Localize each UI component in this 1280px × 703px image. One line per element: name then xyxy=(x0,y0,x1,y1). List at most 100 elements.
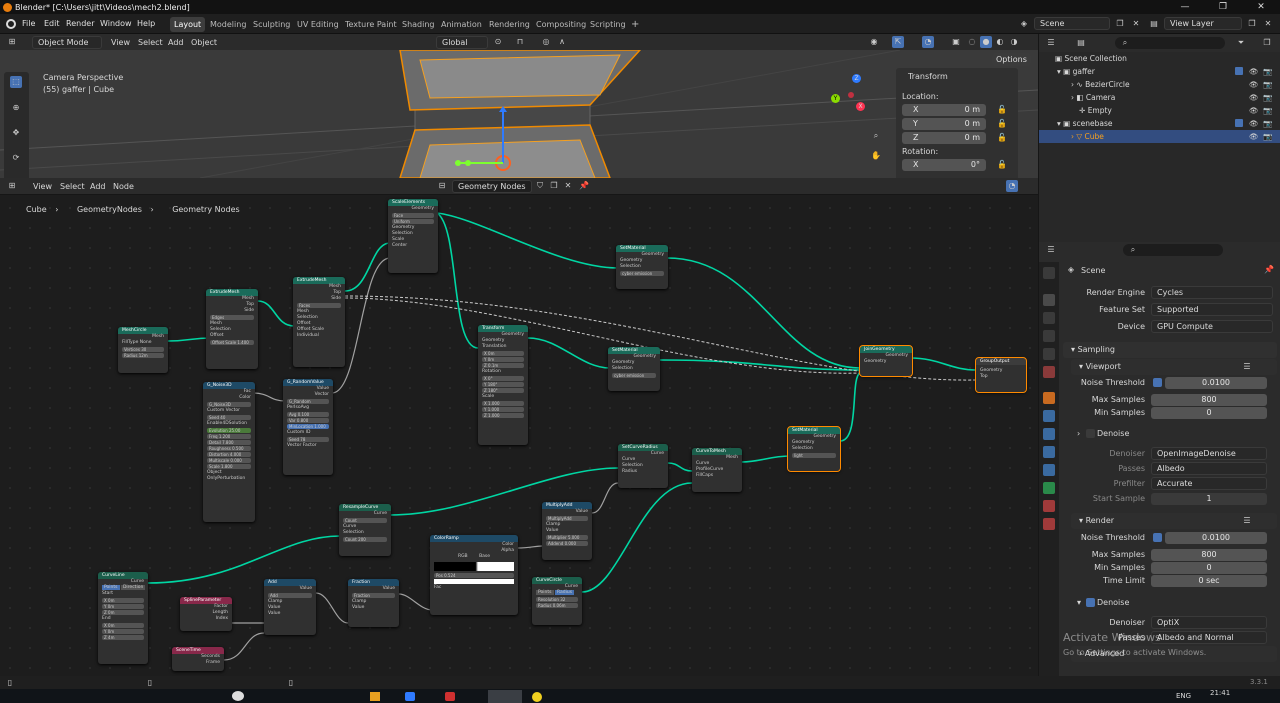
viewport-menu-add[interactable]: Add xyxy=(168,38,184,47)
outliner-editor-icon[interactable]: ☰ xyxy=(1045,37,1057,49)
scale-z-field[interactable]: Z 1.000 xyxy=(482,413,524,418)
camera-render-icon[interactable]: 📷 xyxy=(1263,78,1272,91)
location-x-field[interactable]: X0 m xyxy=(902,104,986,116)
node-curve-line[interactable]: CurveLine Curve Points Direction Start X… xyxy=(98,572,148,664)
editor-type-icon[interactable]: ⊞ xyxy=(6,36,18,48)
vertices-field[interactable]: Vertices 30 xyxy=(122,347,164,352)
translation-y-field[interactable]: Y 0m xyxy=(482,357,524,362)
shading-solid-icon[interactable]: ● xyxy=(980,36,992,48)
physics-tab-icon[interactable] xyxy=(1043,446,1055,458)
domain-dropdown[interactable]: Face xyxy=(392,213,434,218)
viewport-menu-view[interactable]: View xyxy=(111,38,130,47)
node-multiply-add[interactable]: MultiplyAdd Value MultiplyAdd Clamp Valu… xyxy=(542,502,592,560)
ramp-mode-row[interactable]: RGB Base xyxy=(430,554,518,560)
scene-selector[interactable]: Scene xyxy=(1034,17,1110,30)
node-scene-time[interactable]: SceneTime Seconds Frame xyxy=(172,647,224,671)
count-field[interactable]: Count 200 xyxy=(343,537,387,542)
clock[interactable]: 21:41 xyxy=(1210,689,1230,697)
pan-hand-icon[interactable]: ✋ xyxy=(870,150,882,162)
viewport-menu-object[interactable]: Object xyxy=(191,38,217,47)
avg-field[interactable]: Avg 0.100 xyxy=(287,412,329,417)
outliner-item-scenebase[interactable]: ▾ ▣ scenebase 👁 📷 xyxy=(1039,117,1280,130)
node-editor[interactable]: Cube › GeometryNodes › Geometry Nodes Sc… xyxy=(0,178,1038,676)
checkbox-label[interactable]: OnlyPerturbation xyxy=(203,476,255,482)
operation-dropdown[interactable]: MultiplyAdd xyxy=(546,516,588,521)
falloff-icon[interactable]: ∧ xyxy=(556,36,568,48)
render-noise-threshold-checkbox[interactable] xyxy=(1153,533,1162,542)
node-set-material-2[interactable]: SetMaterial Geometry Geometry Selection … xyxy=(608,347,660,391)
seed-field[interactable]: Seed 40 xyxy=(207,415,251,420)
3d-viewport[interactable]: ⬚ ⊕ ✥ ⟳ Camera Perspective (55) gaffer |… xyxy=(0,50,1038,178)
render-denoise-collapse-icon[interactable]: ▾ xyxy=(1077,598,1081,607)
mail-icon[interactable] xyxy=(405,692,415,701)
start-z-field[interactable]: Z 0m xyxy=(102,610,144,615)
particles-tab-icon[interactable] xyxy=(1043,428,1055,440)
scale-mode-dropdown[interactable]: Uniform xyxy=(392,219,434,224)
menu-help[interactable]: Help xyxy=(137,19,155,28)
freq-field[interactable]: Freq 1.200 xyxy=(207,434,251,439)
delete-scene-icon[interactable]: ✕ xyxy=(1130,18,1142,30)
language-indicator[interactable]: ENG xyxy=(1176,692,1191,700)
outliner-item-cube[interactable]: › ▽ Cube 👁 📷 xyxy=(1039,130,1280,143)
material-selector[interactable]: light xyxy=(792,453,836,458)
location-y-field[interactable]: Y0 m xyxy=(902,118,986,130)
node-mesh-circle[interactable]: MeshCircle Mesh FillType None Vertices 3… xyxy=(118,327,168,373)
move-tool-icon[interactable]: ✥ xyxy=(10,127,22,139)
node-menu-add[interactable]: Add xyxy=(90,182,106,191)
outliner-item-empty[interactable]: ✛ Empty 👁 📷 xyxy=(1039,104,1280,117)
snap-icon[interactable]: ⊓ xyxy=(514,36,526,48)
tab-uv-editing[interactable]: UV Editing xyxy=(293,17,343,32)
node-menu-view[interactable]: View xyxy=(33,182,52,191)
pin-icon[interactable]: 📌 xyxy=(1263,264,1275,276)
node-menu-select[interactable]: Select xyxy=(60,182,85,191)
proportional-edit-icon[interactable]: ◎ xyxy=(540,36,552,48)
eye-icon[interactable]: 👁 xyxy=(1249,130,1259,143)
render-time-limit-field[interactable]: 0 sec xyxy=(1151,575,1267,587)
fill-type-row[interactable]: FillType None xyxy=(118,340,168,346)
duplicate-icon[interactable]: ❐ xyxy=(548,180,560,192)
minimize-button[interactable]: — xyxy=(1166,0,1204,14)
start-y-field[interactable]: Y 0m xyxy=(102,604,144,609)
tab-layout[interactable]: Layout xyxy=(170,17,206,32)
scene-tab-icon[interactable] xyxy=(1043,348,1055,360)
view-layer-tab-icon[interactable] xyxy=(1043,330,1055,342)
viewport-denoise-collapse-icon[interactable]: › xyxy=(1077,429,1080,438)
viewport-denoise-checkbox[interactable] xyxy=(1086,429,1095,438)
node-resample-curve[interactable]: ResampleCurve Curve Count Curve Selectio… xyxy=(339,504,391,556)
eye-icon[interactable]: 👁 xyxy=(1249,91,1259,104)
outliner-item-camera[interactable]: › ◧ Camera 👁 📷 xyxy=(1039,91,1280,104)
menu-file[interactable]: File xyxy=(22,19,35,28)
radius-field[interactable]: Radius 12m xyxy=(122,353,164,358)
menu-window[interactable]: Window xyxy=(100,19,132,28)
object-mode-dropdown[interactable]: Object Mode xyxy=(32,36,102,49)
var-field[interactable]: Var 0.800 xyxy=(287,418,329,423)
shading-material-icon[interactable]: ◐ xyxy=(994,36,1006,48)
viewport-prefilter-dropdown[interactable]: Accurate xyxy=(1151,477,1267,490)
xray-icon[interactable]: ▣ xyxy=(950,36,962,48)
tab-compositing[interactable]: Compositing xyxy=(532,17,590,32)
viewport-noise-threshold-field[interactable]: 0.0100 xyxy=(1165,377,1267,389)
menu-render[interactable]: Render xyxy=(66,19,94,28)
blender-menu-icon[interactable] xyxy=(6,19,16,29)
render-min-samples-field[interactable]: 0 xyxy=(1151,562,1267,574)
rotation-y-field[interactable]: Y 180° xyxy=(482,382,524,387)
render-tab-icon[interactable] xyxy=(1043,294,1055,306)
view-layer-selector[interactable]: View Layer xyxy=(1164,17,1242,30)
translation-x-field[interactable]: X 0m xyxy=(482,351,524,356)
delete-view-layer-icon[interactable]: ✕ xyxy=(1262,18,1274,30)
render-noise-threshold-field[interactable]: 0.0100 xyxy=(1165,532,1267,544)
material-tab-icon[interactable] xyxy=(1043,500,1055,512)
node-color-ramp[interactable]: ColorRamp Color Alpha RGB Base Pos 0.524… xyxy=(430,535,518,615)
gizmo-z-axis[interactable]: Z xyxy=(852,74,861,83)
menu-edit[interactable]: Edit xyxy=(44,19,60,28)
lock-location-y-icon[interactable]: 🔓 xyxy=(996,118,1008,130)
roughness-field[interactable]: Roughness 0.500 xyxy=(207,446,251,451)
distortion-field[interactable]: Distortion 4.000 xyxy=(207,452,251,457)
new-collection-icon[interactable]: ❐ xyxy=(1261,37,1273,49)
end-z-field[interactable]: Z 4m xyxy=(102,635,144,640)
checkbox-label[interactable]: PerIsoAvg xyxy=(283,405,333,411)
operation-dropdown[interactable]: Fraction xyxy=(352,593,395,598)
list-icon[interactable]: ☰ xyxy=(1241,361,1253,373)
offset-scale-field[interactable]: Offset Scale 1.400 xyxy=(210,340,254,345)
overlay-toggle-icon[interactable]: ◔ xyxy=(922,36,934,48)
